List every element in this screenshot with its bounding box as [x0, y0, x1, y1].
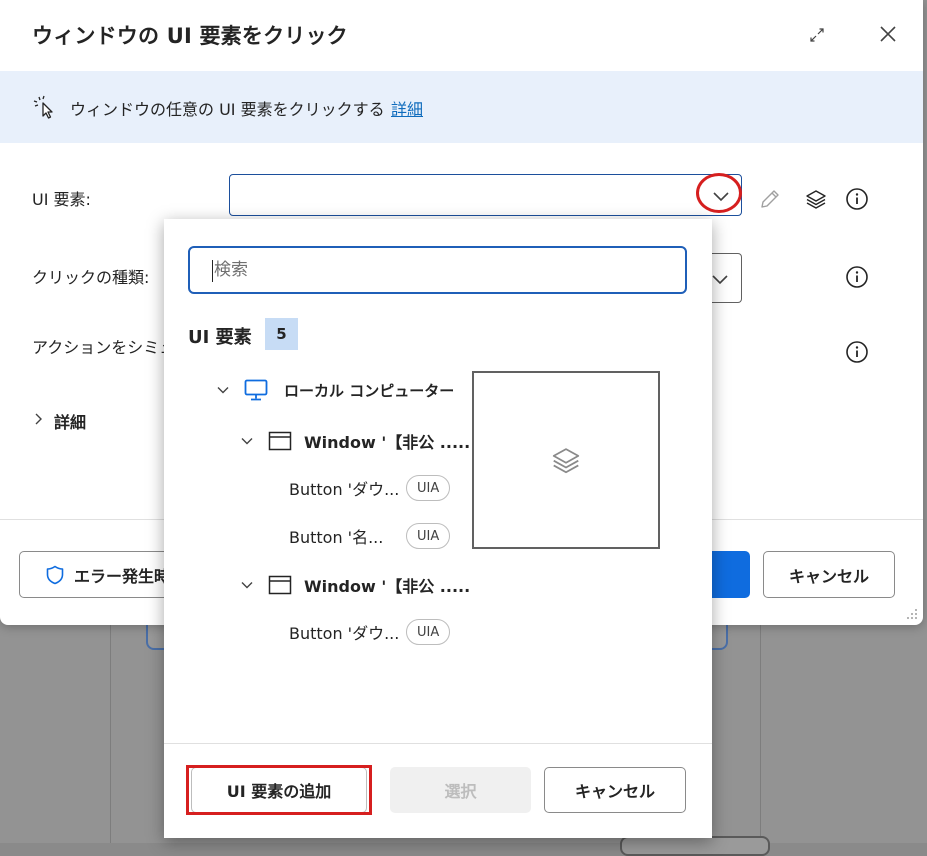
click-type-label: クリックの種類:	[32, 268, 150, 287]
tree-node-label: Window '【非公 .....	[304, 433, 471, 452]
chevron-down-icon[interactable]	[216, 383, 230, 397]
tree-node-local-computer[interactable]: ローカル コンピューター	[216, 379, 454, 401]
on-error-label: エラー発生時	[74, 566, 171, 586]
window-icon	[268, 431, 292, 451]
chevron-right-icon[interactable]	[30, 410, 46, 428]
tree-node-button[interactable]: Button 'ダウ... UIA	[289, 475, 451, 501]
info-icon[interactable]	[844, 264, 870, 290]
pencil-icon[interactable]	[757, 186, 783, 212]
info-icon[interactable]	[844, 339, 870, 365]
layers-icon	[551, 445, 581, 475]
tree-node-window[interactable]: Window '【非公 .....	[240, 573, 470, 597]
monitor-icon	[244, 379, 268, 401]
details-link[interactable]: 詳細	[391, 96, 423, 120]
shield-icon	[46, 565, 64, 585]
tree-node-button[interactable]: Button 'ダウ... UIA	[289, 619, 451, 645]
popup-cancel-button[interactable]: キャンセル	[544, 767, 686, 813]
uia-badge: UIA	[406, 619, 451, 645]
chevron-down-icon[interactable]	[240, 578, 254, 592]
popup-footer-divider	[164, 743, 712, 744]
bg-divider	[760, 625, 761, 843]
bg-divider	[110, 625, 111, 843]
dialog-title: ウィンドウの UI 要素をクリック	[32, 24, 348, 48]
layers-icon[interactable]	[803, 186, 829, 212]
resize-grip-icon[interactable]	[905, 607, 919, 621]
element-preview	[472, 371, 660, 549]
search-input[interactable]	[190, 248, 685, 292]
tree-node-label: Window '【非公 .....	[304, 577, 471, 596]
uia-badge: UIA	[406, 475, 451, 501]
ui-element-label: UI 要素:	[32, 190, 91, 209]
search-box[interactable]	[188, 246, 687, 294]
ui-element-picker-popup: UI 要素 5 ローカル コンピューター Window '【非公 ..... B…	[164, 219, 712, 838]
tree-node-label: Button '名...	[289, 528, 384, 547]
banner-text: ウィンドウの任意の UI 要素をクリックする	[70, 100, 385, 119]
ui-elements-heading: UI 要素	[188, 327, 252, 348]
window-icon	[268, 575, 292, 595]
cursor-click-icon	[32, 95, 56, 119]
tree-node-label: ローカル コンピューター	[284, 381, 455, 400]
dialog-cancel-button[interactable]: キャンセル	[763, 551, 895, 598]
dropdown-highlight-circle	[696, 173, 742, 213]
ui-elements-count-badge: 5	[265, 318, 298, 350]
details-toggle[interactable]: 詳細	[54, 409, 86, 433]
info-icon[interactable]	[844, 186, 870, 212]
tree-node-window[interactable]: Window '【非公 .....	[240, 429, 470, 453]
text-caret	[212, 260, 213, 282]
expand-icon[interactable]	[806, 24, 828, 46]
tree-node-label: Button 'ダウ...	[289, 480, 400, 499]
tree-node-button[interactable]: Button '名... UIA	[289, 523, 451, 549]
add-button-highlight-box	[186, 765, 372, 815]
close-icon[interactable]	[876, 22, 900, 46]
uia-badge: UIA	[406, 523, 451, 549]
ui-element-select[interactable]	[229, 174, 742, 216]
bg-node	[620, 836, 770, 856]
tree-node-label: Button 'ダウ...	[289, 624, 400, 643]
select-button[interactable]: 選択	[390, 767, 531, 813]
chevron-down-icon[interactable]	[240, 434, 254, 448]
